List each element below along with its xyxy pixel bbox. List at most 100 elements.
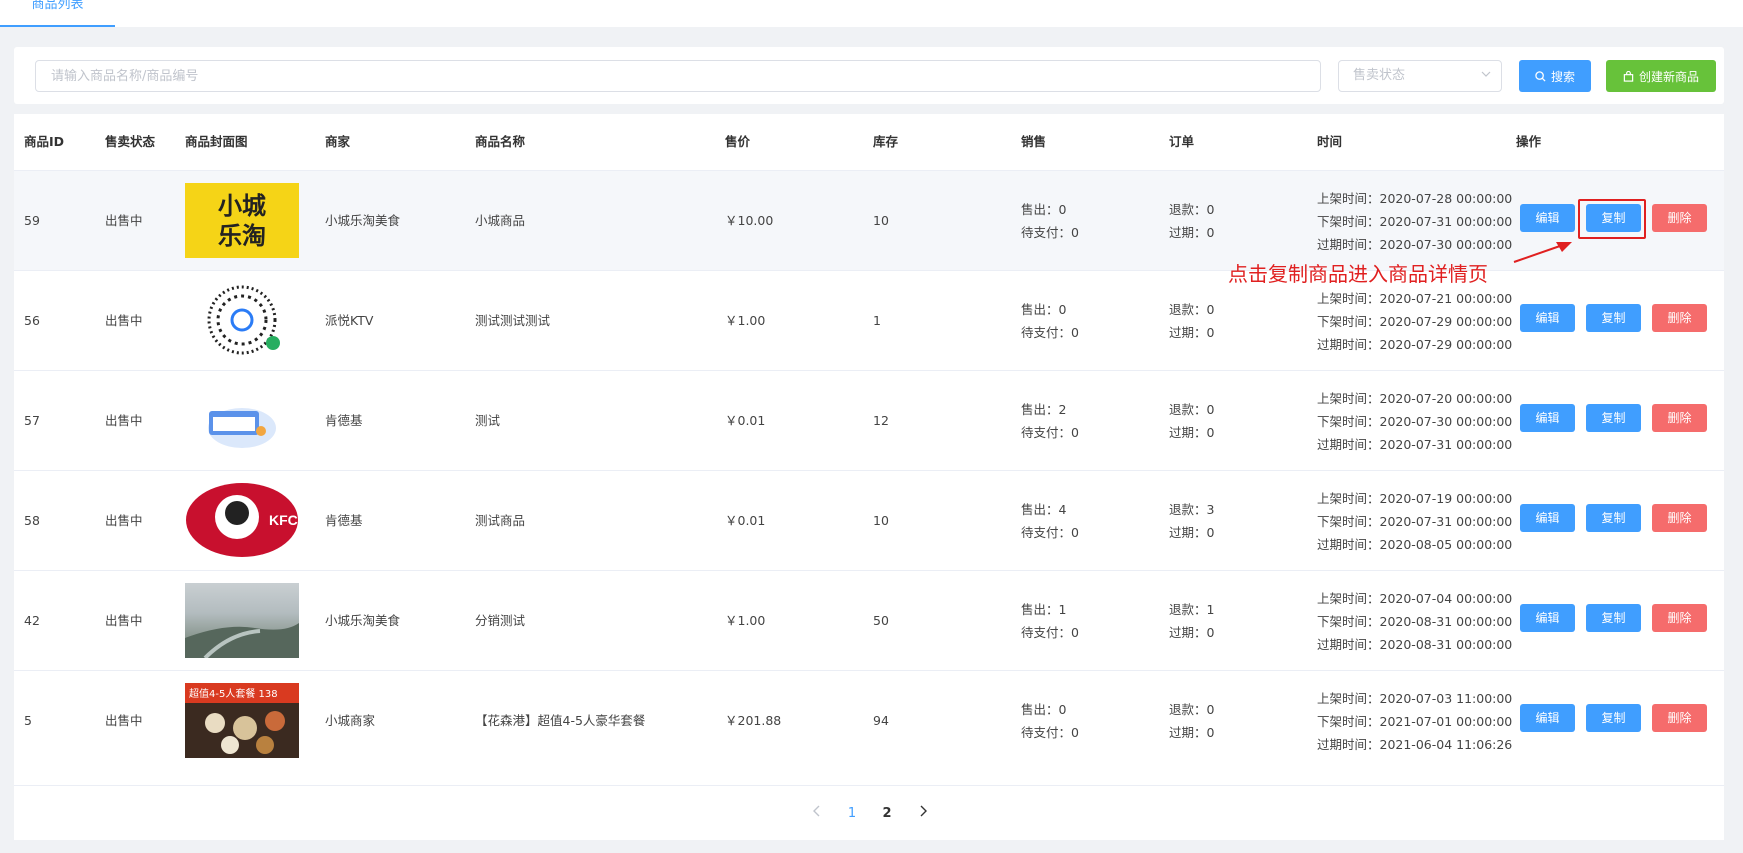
product-price: ￥201.88: [725, 713, 782, 728]
create-product-button[interactable]: 创建新商品: [1606, 60, 1716, 92]
off-shelf-time: 下架时间：2020-07-29 00:00:00: [1317, 313, 1513, 329]
header-stock: 库存: [873, 134, 899, 149]
delete-button[interactable]: 删除: [1652, 404, 1707, 432]
bag-icon: [1623, 70, 1634, 82]
edit-button[interactable]: 编辑: [1520, 404, 1575, 432]
product-price: ￥1.00: [725, 613, 766, 628]
sale-status: 出售中: [105, 713, 143, 728]
expire-time: 过期时间：2020-07-31 00:00:00: [1317, 436, 1513, 452]
table-row: 59 出售中 小城乐淘 小城乐淘美食 小城商品 ￥10.00 10 售出：0 待…: [14, 170, 1724, 270]
sold-count: 售出：0: [1021, 702, 1067, 717]
orders-cell: 退款：0 过期：0: [1169, 171, 1214, 271]
on-shelf-time: 上架时间：2020-07-20 00:00:00: [1317, 390, 1513, 406]
merchant-name: 肯德基: [325, 513, 363, 528]
landscape-photo: [185, 623, 299, 658]
product-name: 小城商品: [475, 213, 526, 228]
expired-count: 过期：0: [1169, 525, 1215, 540]
product-id: 56: [24, 313, 40, 328]
illustration-icon: [208, 408, 276, 448]
merchant-name: 小城乐淘美食: [325, 213, 401, 228]
product-stock: 12: [873, 413, 889, 428]
delete-button[interactable]: 删除: [1652, 704, 1707, 732]
page-1-button[interactable]: 1: [840, 802, 864, 826]
edit-button[interactable]: 编辑: [1520, 304, 1575, 332]
orders-cell: 退款：0 过期：0: [1169, 271, 1214, 371]
product-id: 59: [24, 213, 40, 228]
product-cover-image: [185, 283, 299, 358]
refund-count: 退款：0: [1169, 702, 1215, 717]
pending-count: 待支付：0: [1021, 425, 1079, 440]
food-banner-photo: 超值4-5人套餐 138: [185, 683, 299, 754]
header-cover: 商品封面图: [185, 134, 248, 149]
chevron-left-icon: [813, 805, 820, 817]
sales-cell: 售出：0 待支付：0: [1021, 271, 1079, 371]
sale-status: 出售中: [105, 313, 143, 328]
on-shelf-time: 上架时间：2020-07-04 00:00:00: [1317, 590, 1513, 606]
orders-cell: 退款：0 过期：0: [1169, 671, 1214, 771]
delete-button[interactable]: 删除: [1652, 604, 1707, 632]
pending-count: 待支付：0: [1021, 225, 1079, 240]
qr-code-icon: [207, 285, 280, 355]
table-header: 商品ID 售卖状态 商品封面图 商家 商品名称 售价 库存 销售 订单 时间 操…: [14, 114, 1724, 170]
off-shelf-time: 下架时间：2020-07-31 00:00:00: [1317, 513, 1513, 529]
pagination: 1 2: [14, 785, 1724, 840]
search-button[interactable]: 搜索: [1519, 60, 1591, 92]
table-row: 58 出售中 KFC 肯德基 测试商品 ￥0.01 10 售出：4 待支付：0 …: [14, 470, 1724, 570]
product-id: 5: [24, 713, 32, 728]
page-2-button[interactable]: 2: [875, 802, 899, 826]
annotation-highlight-box: [1578, 199, 1646, 239]
edit-button[interactable]: 编辑: [1520, 704, 1575, 732]
copy-button[interactable]: 复制: [1586, 304, 1641, 332]
expire-time: 过期时间：2020-08-05 00:00:00: [1317, 536, 1513, 552]
delete-button[interactable]: 删除: [1652, 504, 1707, 532]
status-select[interactable]: 售卖状态: [1338, 60, 1502, 92]
copy-button[interactable]: 复制: [1586, 504, 1641, 532]
edit-button[interactable]: 编辑: [1520, 604, 1575, 632]
search-panel: 售卖状态 搜索 创建新商品: [14, 47, 1724, 104]
product-price: ￥0.01: [725, 413, 766, 428]
on-shelf-time: 上架时间：2020-07-03 11:00:00: [1317, 690, 1513, 706]
time-cell: 上架时间：2020-07-20 00:00:00 下架时间：2020-07-30…: [1317, 371, 1512, 471]
copy-button[interactable]: 复制: [1586, 604, 1641, 632]
product-id: 57: [24, 413, 40, 428]
header-merchant: 商家: [325, 134, 351, 149]
product-cover-image: [185, 383, 299, 458]
next-page-button[interactable]: [911, 802, 935, 826]
off-shelf-time: 下架时间：2020-07-31 00:00:00: [1317, 213, 1513, 229]
product-name: 分销测试: [475, 613, 526, 628]
copy-button[interactable]: 复制: [1586, 704, 1641, 732]
product-price: ￥1.00: [725, 313, 766, 328]
table-row: 42 出售中 小城乐淘美食 分销测试 ￥1.00 50 售出：1 待支付：0 退…: [14, 570, 1724, 670]
edit-button[interactable]: 编辑: [1520, 204, 1575, 232]
sold-count: 售出：2: [1021, 402, 1067, 417]
sale-status: 出售中: [105, 413, 143, 428]
pending-count: 待支付：0: [1021, 625, 1079, 640]
header-price: 售价: [725, 134, 751, 149]
sales-cell: 售出：1 待支付：0: [1021, 571, 1079, 671]
expire-time: 过期时间：2020-08-31 00:00:00: [1317, 636, 1513, 652]
header-status: 售卖状态: [105, 134, 156, 149]
product-cover-image: KFC: [185, 483, 299, 558]
copy-button[interactable]: 复制: [1586, 404, 1641, 432]
table-row: 57 出售中 肯德基 测试 ￥0.01 12 售出：2 待支付：0 退款：0 过…: [14, 370, 1724, 470]
expired-count: 过期：0: [1169, 225, 1215, 240]
off-shelf-time: 下架时间：2020-08-31 00:00:00: [1317, 613, 1513, 629]
edit-button[interactable]: 编辑: [1520, 504, 1575, 532]
search-input[interactable]: [35, 60, 1321, 92]
orders-cell: 退款：3 过期：0: [1169, 471, 1214, 571]
time-cell: 上架时间：2020-07-04 00:00:00 下架时间：2020-08-31…: [1317, 571, 1512, 671]
delete-button[interactable]: 删除: [1652, 304, 1707, 332]
header-name: 商品名称: [475, 134, 526, 149]
time-cell: 上架时间：2020-07-03 11:00:00 下架时间：2021-07-01…: [1317, 671, 1512, 771]
product-cover-image: [185, 583, 299, 658]
delete-button[interactable]: 删除: [1652, 204, 1707, 232]
create-product-label: 创建新商品: [1638, 69, 1699, 84]
tab-product-list[interactable]: 商品列表: [0, 0, 115, 27]
expire-time: 过期时间：2020-07-29 00:00:00: [1317, 336, 1513, 352]
sales-cell: 售出：0 待支付：0: [1021, 171, 1079, 271]
refund-count: 退款：1: [1169, 602, 1215, 617]
prev-page-button[interactable]: [805, 802, 829, 826]
off-shelf-time: 下架时间：2021-07-01 00:00:00: [1317, 713, 1513, 729]
annotation-arrow: [1513, 242, 1572, 263]
merchant-name: 肯德基: [325, 413, 363, 428]
